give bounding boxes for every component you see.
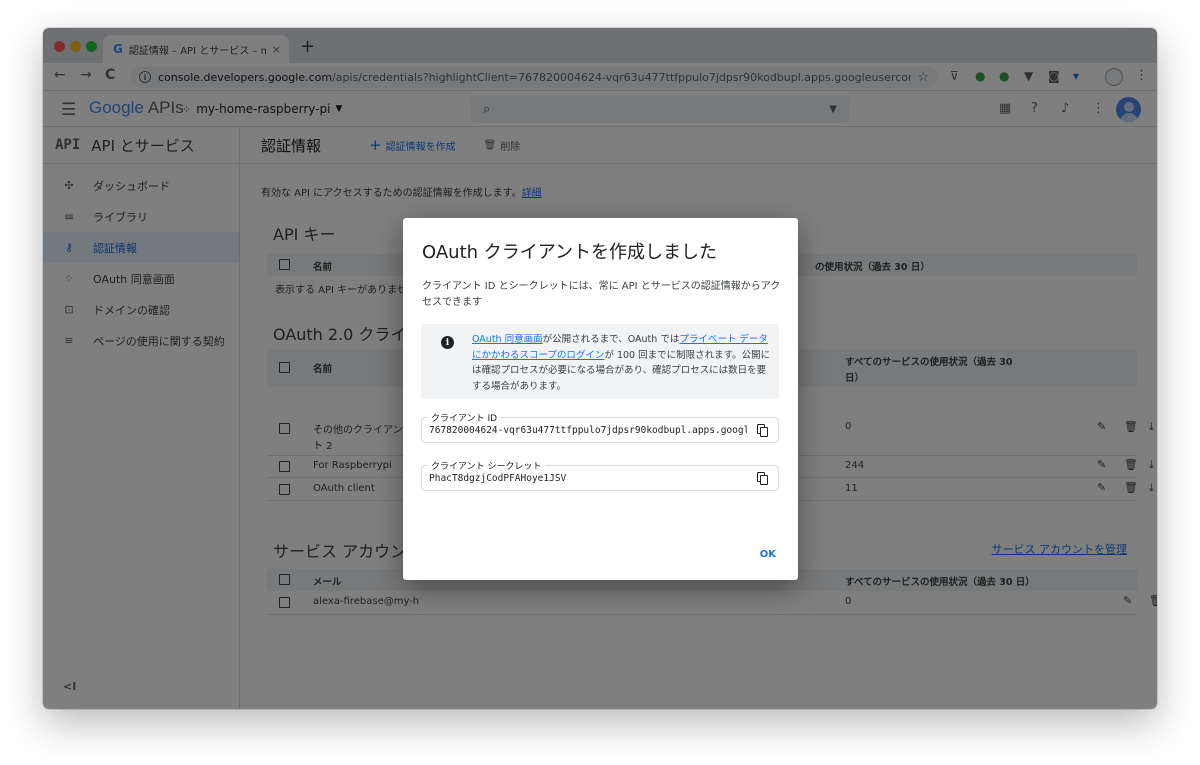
client-id-label: クライアント ID	[428, 411, 501, 424]
oauth-consent-link[interactable]: OAuth 同意画面	[472, 334, 543, 345]
info-icon: i	[441, 336, 454, 349]
client-secret-label: クライアント シークレット	[428, 459, 545, 472]
notice-text: OAuth 同意画面が公開されるまで、OAuth ではプライベート データにかか…	[472, 334, 771, 392]
dialog-title: OAuth クライアントを作成しました	[422, 242, 718, 263]
verification-notice: i OAuth 同意画面が公開されるまで、OAuth ではプライベート データに…	[421, 324, 779, 399]
copy-icon[interactable]	[757, 472, 768, 485]
copy-icon[interactable]	[757, 424, 768, 437]
client-id-field[interactable]: クライアント ID 767820004624-vqr63u477ttfppulo…	[421, 411, 779, 443]
client-secret-field[interactable]: クライアント シークレット PhacT8dgzjCodPFAHoye1JSV	[421, 459, 779, 491]
dialog-description: クライアント ID とシークレットには、常に API とサービスの認証情報からア…	[422, 281, 781, 308]
client-id-value[interactable]: 767820004624-vqr63u477ttfppulo7jdpsr90ko…	[429, 425, 747, 436]
oauth-created-dialog: OAuth クライアントを作成しました クライアント ID とシークレットには、…	[403, 218, 798, 580]
client-secret-value[interactable]: PhacT8dgzjCodPFAHoye1JSV	[429, 473, 747, 484]
ok-button[interactable]: OK	[760, 549, 776, 560]
